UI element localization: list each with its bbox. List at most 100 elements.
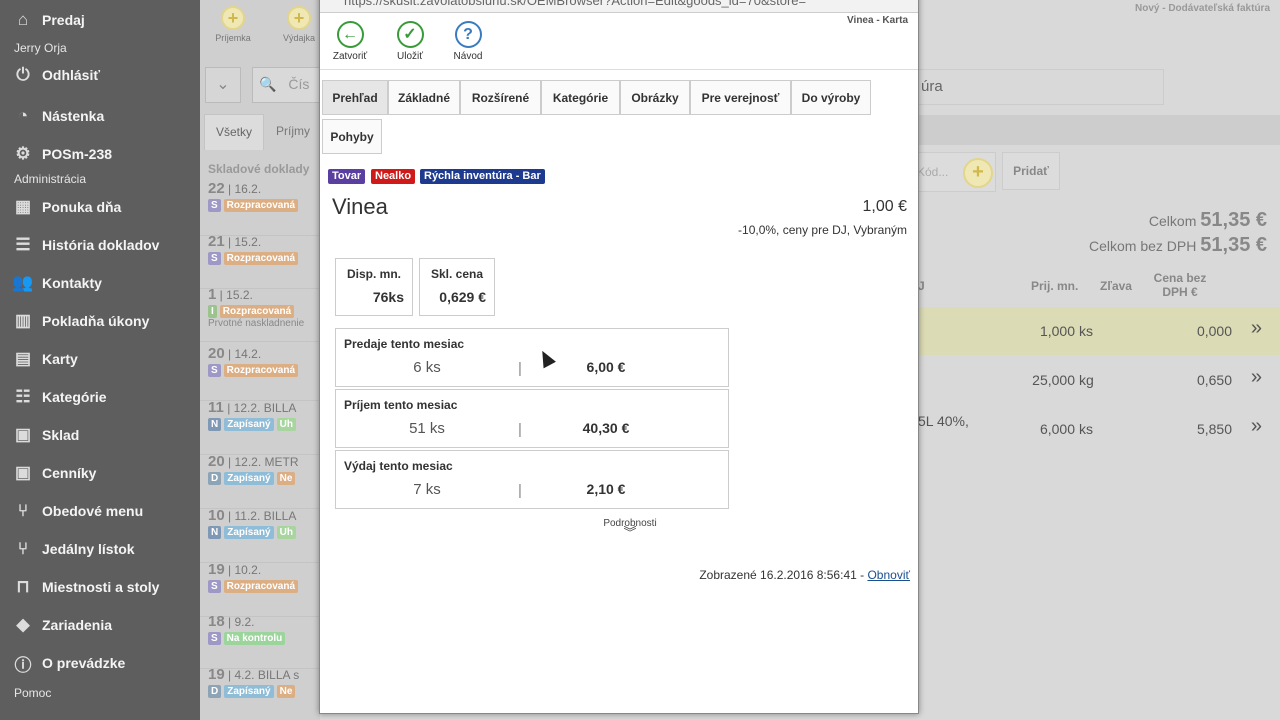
question-icon: ? [454, 21, 482, 48]
doc-date: 12.2. [234, 455, 262, 469]
chevron-right-icon[interactable]: » [1251, 317, 1262, 340]
document-row[interactable]: 20 | 14.2. S Rozpracovaná [200, 345, 320, 401]
tab-zakladne[interactable]: Základné [388, 80, 460, 115]
invoice-row[interactable]: 1,000 ks 0,000 » [918, 307, 1280, 355]
document-row[interactable]: 19 | 10.2. S Rozpracovaná [200, 561, 320, 617]
doc-type-badge: D [208, 472, 222, 485]
sidebar-item-ponuka[interactable]: ▦ Ponuka dňa [0, 188, 200, 226]
invoice-row[interactable]: 5L 40%, 6,000 ks 5,850 » [918, 405, 1280, 453]
doc-date: 4.2. [234, 668, 255, 682]
tab-vsetky[interactable]: Všetky [204, 114, 264, 150]
sidebar-item-obedove[interactable]: ⑂ Obedové menu [0, 492, 200, 530]
tab-obrazky[interactable]: Obrázky [620, 80, 690, 115]
tab-pohyby[interactable]: Pohyby [322, 119, 382, 154]
status-badge: Zapísaný [224, 685, 274, 698]
tab-label: Kategórie [552, 90, 609, 105]
doc-date: 10.2. [234, 563, 262, 577]
sidebar-item-kontakty[interactable]: 👥 Kontakty [0, 264, 200, 302]
doc-type-badge: D [208, 685, 222, 698]
sidebar-item-cenniky[interactable]: ▣ Cenníky [0, 454, 200, 492]
collapse-button[interactable]: ⌄ [205, 67, 241, 103]
total: Celkom 51,35 € [1149, 209, 1267, 232]
badge-tovar: Tovar [328, 169, 366, 184]
col-qty: Prij. mn. [1031, 279, 1079, 293]
item-card-window: https://skusit.zavolatobsluhu.sk/OEMBrow… [319, 0, 919, 714]
doc-date: 11.2. [234, 509, 261, 523]
sidebar-item-zariadenia[interactable]: ◆ Zariadenia [0, 606, 200, 644]
separator: | [518, 482, 522, 499]
doc-note: Prvotné naskladnenie [208, 318, 305, 329]
document-row[interactable]: 11 | 12.2. BILLA N Zapísaný Uh [200, 399, 320, 455]
stat-qty: 7 ks [413, 481, 441, 498]
prijemka-button[interactable]: + Príjemka [208, 6, 258, 43]
save-button[interactable]: ✓ Uložiť [385, 21, 435, 62]
document-row[interactable]: 20 | 12.2. METR D Zapísaný Ne [200, 453, 320, 509]
tab-prehlad[interactable]: Prehľad [322, 80, 388, 115]
sidebar-item-kategorie[interactable]: ☷ Kategórie [0, 378, 200, 416]
doc-date: 15.2. [234, 235, 262, 249]
doc-type-badge: N [208, 526, 222, 539]
status-badge: Rozpracovaná [223, 364, 299, 377]
invoice-panel: Nový - Dodávateľská faktúra úra Kód... +… [918, 0, 1280, 720]
vydajka-button[interactable]: + Výdajka [274, 6, 320, 43]
details-toggle[interactable]: Podrobnosti ︾ [580, 518, 680, 539]
status-badge: Zapísaný [224, 418, 274, 431]
document-field-value: úra [921, 78, 943, 95]
help-button[interactable]: ? Návod [443, 21, 493, 62]
sales-month-box: Predaje tento mesiac 6 ks | 6,00 € [335, 328, 729, 387]
tab-kategorie[interactable]: Kategórie [541, 80, 620, 115]
tab-prijmy[interactable]: Príjmy [270, 114, 320, 150]
doc-date: 15.2. [226, 288, 253, 302]
document-row[interactable]: 10 | 11.2. BILLA N Zapísaný Uh [200, 507, 320, 563]
sidebar-item-karty[interactable]: ▤ Karty [0, 340, 200, 378]
vydajka-label: Výdajka [282, 33, 316, 43]
sidebar-item-pokladna[interactable]: ▥ Pokladňa úkony [0, 302, 200, 340]
document-row[interactable]: 21 | 15.2. S Rozpracovaná [200, 233, 320, 289]
sidebar-item-label: Predaj [42, 12, 85, 28]
sidebar-item-label: O prevádzke [42, 655, 126, 671]
sidebar-item-jedalny[interactable]: ⑂ Jedálny lístok [0, 530, 200, 568]
tab-rozsirene[interactable]: Rozšírené [460, 80, 541, 115]
invoice-row[interactable]: 25,000 kg 0,650 » [918, 356, 1280, 404]
sidebar-item-dashboard[interactable]: ◔ Nástenka [0, 94, 200, 138]
header-band [918, 115, 1280, 145]
sidebar-item-pos[interactable]: ⚙ POSm-238 [0, 138, 200, 170]
sidebar-item-miestnosti[interactable]: ⊓ Miestnosti a stoly [0, 568, 200, 606]
user-name: Jerry Orja [14, 41, 67, 55]
add-button[interactable]: Pridať [1002, 152, 1060, 190]
document-row[interactable]: 1 | 15.2. I Rozpracovaná Prvotné naskladn… [200, 286, 320, 342]
sidebar-item-prevadzka[interactable]: ⓘ O prevádzke [0, 644, 200, 682]
gear-icon: ⚙ [15, 144, 31, 163]
status-badge: Zapísaný [224, 526, 274, 539]
add-item-icon[interactable]: + [963, 158, 993, 188]
sidebar-item-logout[interactable]: ⏻ Odhlásiť [0, 56, 200, 94]
refresh-link[interactable]: Obnoviť [867, 568, 910, 582]
document-field[interactable]: úra [918, 69, 1164, 105]
sidebar-item-label: Kontakty [42, 275, 102, 291]
tab-pre-verejnost[interactable]: Pre verejnosť [690, 80, 791, 115]
col-j: J [918, 279, 925, 293]
document-row[interactable]: 22 | 16.2. S Rozpracovaná [200, 180, 320, 236]
search-input[interactable]: 🔍 Čís [252, 67, 320, 103]
offer-icon: ▦ [14, 197, 32, 216]
doc-number: 22 [208, 180, 225, 197]
url-bar[interactable]: https://skusit.zavolatobsluhu.sk/OEMBrow… [320, 0, 918, 13]
sidebar-item-predaj[interactable]: ⌂ Predaj [0, 0, 200, 40]
sidebar-item-label: História dokladov [42, 237, 160, 253]
sidebar-item-sklad[interactable]: ▣ Sklad [0, 416, 200, 454]
doc-number: 19 [208, 666, 225, 683]
chevron-right-icon[interactable]: » [1251, 366, 1262, 389]
payment-badge: Uh [276, 418, 296, 431]
document-row[interactable]: 19 | 4.2. BILLA s D Zapísaný Ne [200, 666, 320, 720]
sidebar-item-label: Cenníky [42, 465, 97, 481]
doc-number: 20 [208, 453, 225, 470]
tab-label: Pre verejnosť [701, 90, 780, 105]
document-row[interactable]: 18 | 9.2. S Na kontrolu [200, 613, 320, 669]
tab-do-vyroby[interactable]: Do výroby [791, 80, 871, 115]
sidebar-item-label: Odhlásiť [42, 67, 101, 83]
shown-timestamp: Zobrazené 16.2.2016 8:56:41 - Obnoviť [699, 568, 910, 582]
sidebar-item-historia[interactable]: ☰ História dokladov [0, 226, 200, 264]
chevron-right-icon[interactable]: » [1251, 415, 1262, 438]
dashboard-icon: ◔ [17, 106, 29, 125]
close-button[interactable]: ← Zatvoriť [325, 21, 375, 62]
